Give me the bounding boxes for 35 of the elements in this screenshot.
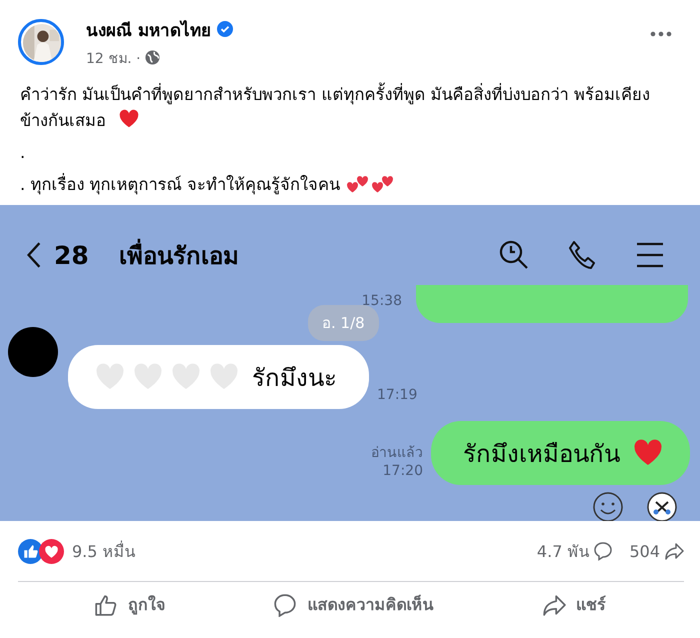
more-options-icon[interactable]	[650, 31, 672, 37]
back-icon[interactable]	[26, 241, 42, 269]
author-name[interactable]: นงผณี มหาดไทย	[86, 16, 211, 42]
unread-count: 28	[54, 240, 89, 270]
read-receipt: อ่านแล้ว	[371, 444, 423, 463]
love-reaction-icon	[39, 538, 64, 564]
sticker-icon[interactable]	[646, 491, 678, 521]
comment-count[interactable]: 4.7 พัน	[536, 538, 590, 564]
share-button[interactable]: แชร์	[532, 586, 616, 623]
thumbs-up-icon	[94, 592, 118, 616]
date-label: อ. 1/8	[308, 305, 379, 341]
message-text: รักมึงนะ	[252, 362, 337, 394]
contact-avatar	[8, 327, 58, 377]
phone-icon[interactable]	[566, 239, 598, 271]
share-icon	[664, 541, 684, 561]
comment-icon	[273, 592, 298, 616]
globe-icon	[144, 50, 160, 65]
share-count[interactable]: 504	[629, 542, 660, 560]
post-text: . ทุกเรื่อง ทุกเหตุการณ์ จะทำให้คุณรู้จักใจคน	[20, 172, 670, 198]
smiley-icon[interactable]	[592, 491, 624, 521]
like-reaction-icon	[18, 538, 43, 564]
like-button[interactable]: ถูกใจ	[84, 586, 176, 623]
chat-title: เพื่อนรักเอม	[118, 236, 239, 274]
avatar-picture-frame[interactable]	[18, 19, 64, 65]
message-text: รักมึงเหมือนกัน	[463, 438, 620, 470]
post-text: .	[20, 142, 26, 164]
search-icon[interactable]	[498, 239, 530, 271]
post-text: คำว่ารัก มันเป็นคำที่พูดยากสำหรับพวกเรา แต่ทุกครั้งที่พูด มันคือสิ่งที่บ่งบอกว่า พร้อมเคียงข้างกันเสมอ	[20, 82, 670, 134]
post-time[interactable]: 12 ชม. ·	[86, 46, 141, 68]
reaction-count[interactable]: 9.5 หมื่น	[72, 538, 136, 564]
comment-icon	[593, 541, 614, 561]
share-icon	[542, 592, 566, 616]
message-time: 17:19	[377, 387, 418, 403]
message-time: 17:20	[382, 463, 423, 479]
comment-button[interactable]: แสดงความคิดเห็น	[263, 586, 444, 623]
